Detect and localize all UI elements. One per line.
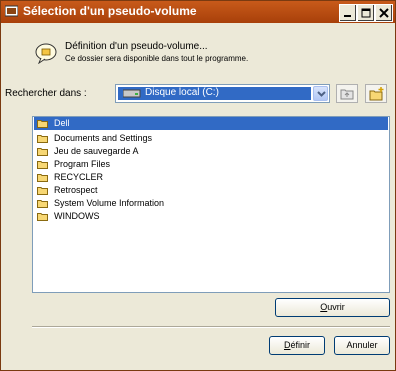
open-label: uvrir <box>327 302 345 312</box>
folder-icon <box>37 161 48 169</box>
close-button[interactable] <box>375 4 393 22</box>
up-folder-button[interactable] <box>336 84 358 103</box>
folder-label: Dell <box>54 118 70 128</box>
define-button[interactable]: Définir <box>269 336 325 355</box>
chevron-down-icon <box>317 91 326 97</box>
look-in-value: Disque local (C:) <box>145 87 219 98</box>
look-in-selected: Disque local (C:) <box>118 87 311 100</box>
folder-icon <box>37 174 48 182</box>
maximize-icon <box>361 8 371 18</box>
cancel-button[interactable]: Annuler <box>334 336 390 355</box>
folder-label: System Volume Information <box>54 198 165 208</box>
info-subtitle: Ce dossier sera disponible dans tout le … <box>65 54 249 63</box>
folder-icon <box>37 213 48 221</box>
dropdown-arrow-button[interactable] <box>313 86 328 101</box>
folder-label: Program Files <box>54 159 111 169</box>
hard-drive-icon <box>123 89 141 98</box>
speech-bubble-icon <box>35 43 57 64</box>
dialog-window: Sélection d'un pseudo-volume Définition … <box>0 0 396 371</box>
folder-icon <box>37 135 48 143</box>
new-folder-button[interactable] <box>365 84 387 103</box>
look-in-label: Rechercher dans : <box>5 88 87 99</box>
folder-label: Documents and Settings <box>54 133 153 143</box>
window-icon <box>5 5 18 17</box>
divider <box>32 326 390 328</box>
folder-icon <box>37 200 48 208</box>
folder-label: WINDOWS <box>54 211 100 221</box>
look-in-dropdown[interactable]: Disque local (C:) <box>115 84 330 103</box>
window-title: Sélection d'un pseudo-volume <box>23 4 197 18</box>
folder-label: RECYCLER <box>54 172 104 182</box>
title-bar[interactable]: Sélection d'un pseudo-volume <box>1 1 395 23</box>
up-folder-icon <box>340 89 354 100</box>
folder-icon <box>37 148 48 156</box>
close-icon <box>379 8 389 18</box>
define-label: éfinir <box>290 340 310 350</box>
folder-item[interactable]: Dell <box>34 117 388 130</box>
new-folder-icon <box>369 87 384 101</box>
maximize-button[interactable] <box>357 4 375 22</box>
folder-icon <box>37 120 48 128</box>
folder-label: Jeu de sauvegarde A <box>54 146 139 156</box>
minimize-icon <box>344 15 351 17</box>
open-button[interactable]: Ouvrir <box>275 298 390 317</box>
folder-icon <box>37 187 48 195</box>
minimize-button[interactable] <box>339 4 357 22</box>
folder-label: Retrospect <box>54 185 98 195</box>
info-title: Définition d'un pseudo-volume... <box>65 41 208 52</box>
folder-list[interactable]: Dell Documents and Settings Jeu de sauve… <box>32 116 390 293</box>
